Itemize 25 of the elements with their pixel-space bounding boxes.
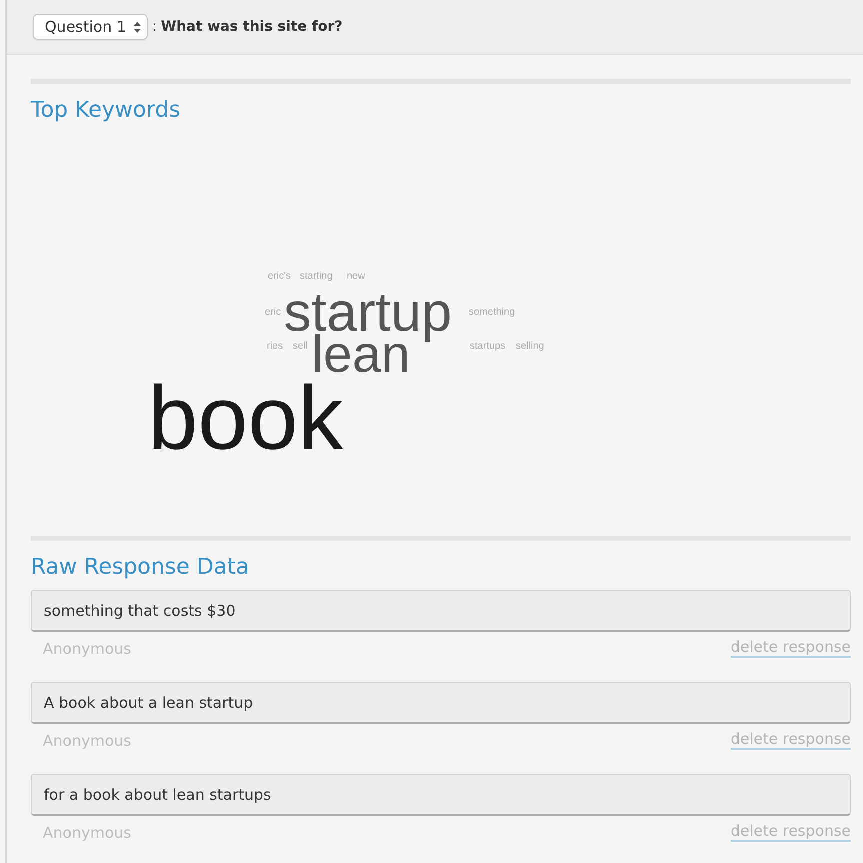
delete-response-link[interactable]: delete response [730, 822, 851, 842]
keyword: new [347, 272, 366, 282]
author-label: Anonymous [43, 638, 132, 660]
keyword: startups [470, 342, 506, 352]
section-title: Raw Response Data [31, 555, 250, 582]
keyword: selling [516, 342, 544, 352]
delete-response-link[interactable]: delete response [730, 638, 851, 658]
question-select[interactable]: Question 1 [33, 14, 148, 40]
author-label: Anonymous [43, 822, 132, 844]
keyword: starting [300, 272, 333, 282]
response-text: something that costs $30 [31, 590, 851, 632]
response-text: for a book about lean startups [31, 774, 851, 816]
separator: : [152, 18, 158, 36]
author-label: Anonymous [43, 730, 132, 752]
question-text: What was this site for? [161, 18, 343, 36]
keyword: ries [267, 342, 284, 352]
keyword: eric's [268, 272, 292, 282]
section-title: Top Keywords [31, 98, 182, 124]
keyword: something [469, 308, 516, 318]
keyword: sell [293, 342, 308, 352]
delete-response-link[interactable]: delete response [730, 730, 851, 750]
keyword: book [148, 374, 344, 464]
response-text: A book about a lean startup [31, 682, 851, 724]
stepper-icon [134, 22, 142, 32]
keyword: eric [265, 308, 282, 318]
